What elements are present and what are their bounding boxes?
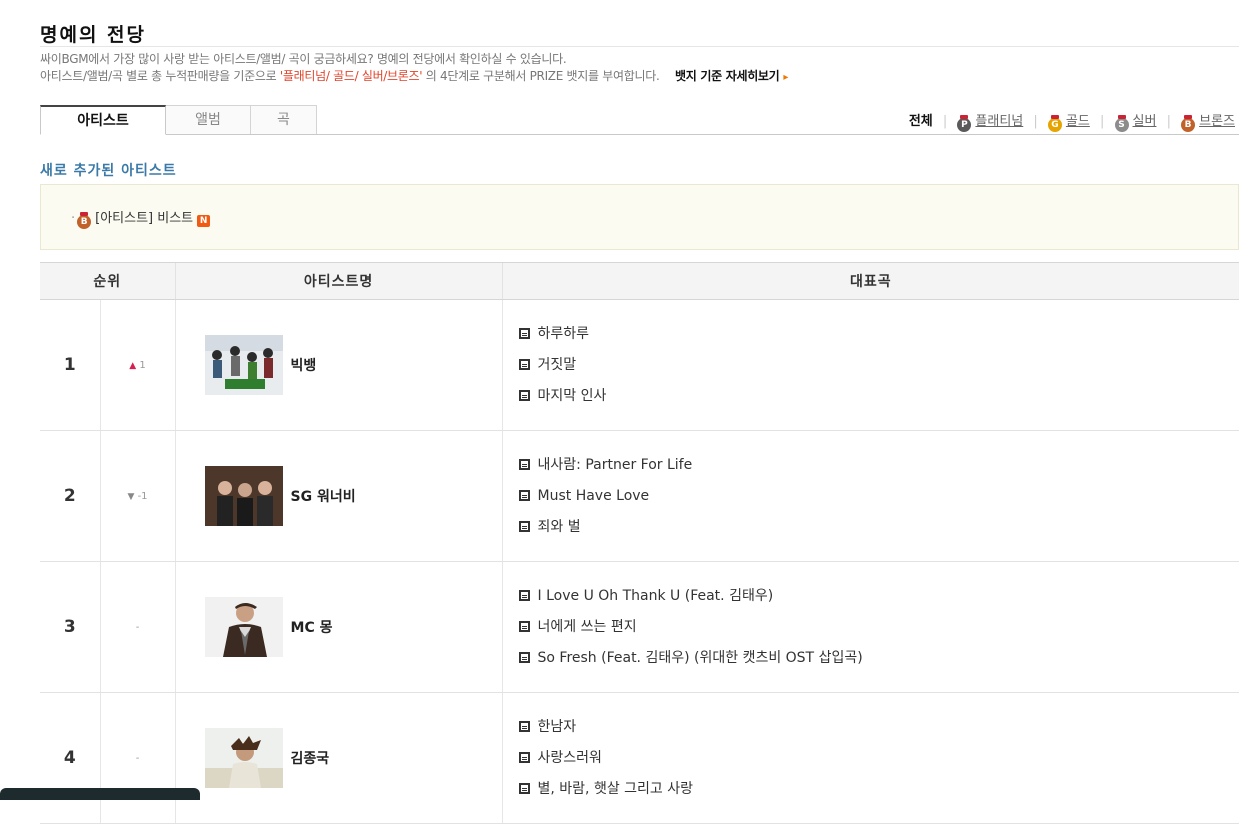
rank-change: ▲ 1 <box>99 299 176 431</box>
song-item[interactable]: 사랑스러워 <box>518 743 1239 774</box>
page-description: 싸이BGM에서 가장 많이 사랑 받는 아티스트/앨범/ 곡이 궁금하세요? 명… <box>40 51 788 86</box>
arrow-right-icon: ▸ <box>783 72 789 83</box>
header-songs: 대표곡 <box>501 262 1239 300</box>
bronze-medal-icon: B <box>77 212 92 229</box>
artist-name[interactable]: MC 몽 <box>291 617 333 637</box>
song-list-icon <box>518 489 530 501</box>
description-text-end: 의 4단계로 구분해서 PRIZE 뱃지를 부여합니다. <box>422 69 660 83</box>
tab-song[interactable]: 곡 <box>250 105 317 134</box>
song-list-icon <box>518 651 530 663</box>
description-text: 아티스트/앨범/곡 별로 총 누적판매량을 기준으로 <box>40 69 280 83</box>
song-item[interactable]: 죄와 벌 <box>518 512 1239 543</box>
filter-all[interactable]: 전체 <box>909 114 933 129</box>
artist-photo[interactable] <box>204 335 283 395</box>
song-list-icon <box>518 327 530 339</box>
song-list-icon <box>518 782 530 794</box>
song-list-icon <box>518 358 530 370</box>
artist-name[interactable]: 빅뱅 <box>291 355 317 375</box>
artist-photo[interactable] <box>204 466 283 526</box>
badge-info-link[interactable]: 뱃지 기준 자세히보기 ▸ <box>675 69 788 83</box>
artist-ranking-table: 순위 아티스트명 대표곡 1 ▲ 1 빅뱅 하루하루 거짓말 마지막 인사 2 <box>40 262 1239 824</box>
song-list-icon <box>518 520 530 532</box>
song-item[interactable]: 하루하루 <box>518 319 1239 350</box>
song-list-icon <box>518 751 530 763</box>
rank-change: ▼ -1 <box>99 430 176 562</box>
rank-number: 2 <box>40 430 100 562</box>
badge-tiers-text: '플래티넘/ 골드/ 실버/브론즈' <box>279 69 423 83</box>
tabs-divider <box>40 134 1239 135</box>
new-artists-box: · B [아티스트] 비스트 N <box>40 184 1239 250</box>
header-rank: 순위 <box>40 262 176 300</box>
bullet: · <box>71 211 76 226</box>
rank-number: 4 <box>40 692 100 824</box>
song-item[interactable]: Must Have Love <box>518 481 1239 512</box>
rank-number: 3 <box>40 561 100 693</box>
table-row: 4 - 김종국 한남자 사랑스러워 별, 바람, 햇살 그리고 사랑 <box>40 692 1239 824</box>
rank-change: - <box>99 692 176 824</box>
table-row: 2 ▼ -1 SG 워너비 내사람: Partner For Life Must… <box>40 430 1239 562</box>
gold-medal-icon: G <box>1047 115 1062 132</box>
table-row: 3 - MC 몽 I Love U Oh Thank U (Feat. 김태우)… <box>40 561 1239 693</box>
song-item[interactable]: So Fresh (Feat. 김태우) (위대한 캣츠비 OST 삽입곡) <box>518 643 1239 674</box>
artist-photo[interactable] <box>204 597 283 657</box>
song-item[interactable]: I Love U Oh Thank U (Feat. 김태우) <box>518 581 1239 612</box>
rank-change: - <box>99 561 176 693</box>
table-row: 1 ▲ 1 빅뱅 하루하루 거짓말 마지막 인사 <box>40 299 1239 431</box>
filter-bronze[interactable]: B 브론즈 <box>1181 114 1235 132</box>
artist-photo[interactable] <box>204 728 283 788</box>
song-item[interactable]: 한남자 <box>518 712 1239 743</box>
new-artist-item[interactable]: · B [아티스트] 비스트 N <box>71 207 211 229</box>
bronze-medal-icon: B <box>1181 115 1196 132</box>
tab-artist[interactable]: 아티스트 <box>40 105 166 135</box>
description-line-1: 싸이BGM에서 가장 많이 사랑 받는 아티스트/앨범/ 곡이 궁금하세요? 명… <box>40 52 567 66</box>
song-list-icon <box>518 589 530 601</box>
filter-platinum[interactable]: P 플래티넘 <box>957 114 1023 132</box>
song-item[interactable]: 마지막 인사 <box>518 381 1239 412</box>
song-item[interactable]: 내사람: Partner For Life <box>518 450 1239 481</box>
song-list-icon <box>518 620 530 632</box>
song-list-icon <box>518 458 530 470</box>
page-title: 명예의 전당 <box>40 24 147 46</box>
new-badge-icon: N <box>197 215 211 227</box>
song-list-icon <box>518 389 530 401</box>
taskbar-fragment <box>0 788 200 800</box>
new-artist-label: [아티스트] 비스트 <box>95 211 194 226</box>
platinum-medal-icon: P <box>957 115 972 132</box>
new-artists-heading: 새로 추가된 아티스트 <box>40 163 177 179</box>
song-list-icon <box>518 720 530 732</box>
filter-silver[interactable]: S 실버 <box>1114 114 1156 132</box>
silver-medal-icon: S <box>1114 115 1129 132</box>
artist-name[interactable]: SG 워너비 <box>291 486 356 506</box>
table-header-row: 순위 아티스트명 대표곡 <box>40 262 1239 300</box>
rank-down-icon: ▼ <box>127 491 135 502</box>
song-item[interactable]: 거짓말 <box>518 350 1239 381</box>
rank-number: 1 <box>40 299 100 431</box>
filter-gold[interactable]: G 골드 <box>1047 114 1090 132</box>
header-artist: 아티스트명 <box>174 262 503 300</box>
tab-album[interactable]: 앨범 <box>165 105 251 134</box>
rank-up-icon: ▲ <box>129 360 137 371</box>
title-divider <box>40 46 1239 47</box>
badge-filter: 전체 | P 플래티넘 | G 골드 | S 실버 | B 브론즈 <box>908 114 1235 132</box>
description-line-2: 아티스트/앨범/곡 별로 총 누적판매량을 기준으로 '플래티넘/ 골드/ 실버… <box>40 68 788 86</box>
song-item[interactable]: 너에게 쓰는 편지 <box>518 612 1239 643</box>
artist-name[interactable]: 김종국 <box>291 748 330 768</box>
